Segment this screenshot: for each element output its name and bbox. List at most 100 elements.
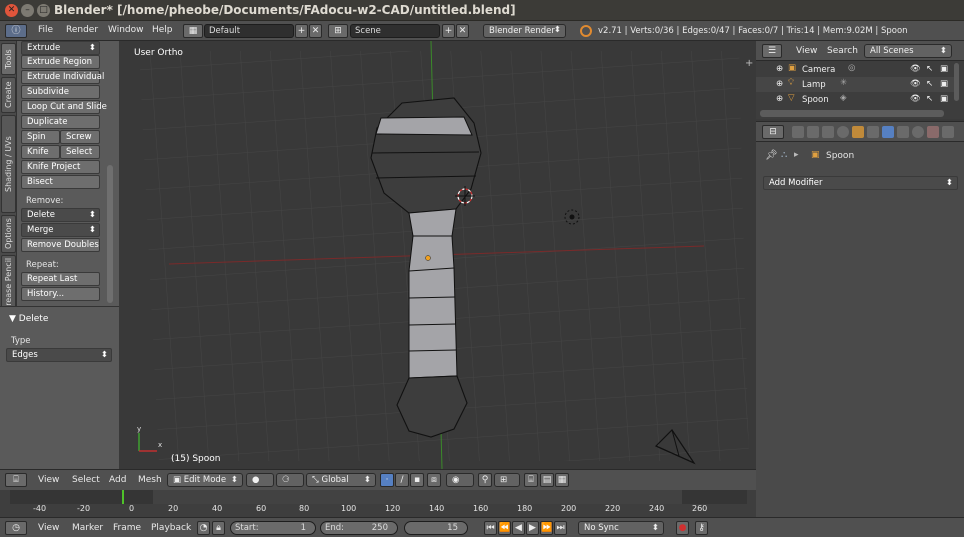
editor-type-3dview-icon[interactable]: ⌸ (5, 473, 27, 487)
prev-keyframe-icon[interactable]: ⏪ (498, 521, 511, 535)
proportional-edit-dropdown[interactable]: ◉ (446, 473, 474, 487)
start-frame-field[interactable]: Start: 1 (230, 521, 316, 535)
menu-select[interactable]: Select (72, 475, 100, 485)
knife-project-button[interactable]: Knife Project (21, 160, 100, 174)
menu-render[interactable]: Render (66, 25, 98, 35)
preview-range-icon[interactable]: ◔ (197, 521, 210, 535)
render-tab-icon[interactable] (792, 126, 804, 138)
repeat-last-button[interactable]: Repeat Last (21, 272, 100, 286)
current-frame-field[interactable]: 15 (404, 521, 468, 535)
menu-add[interactable]: Add (109, 475, 126, 485)
play-icon[interactable]: ▶ (526, 521, 539, 535)
knife-button[interactable]: Knife (21, 145, 60, 159)
world-tab-icon[interactable] (837, 126, 849, 138)
screw-button[interactable]: Screw (60, 130, 100, 144)
expand-icon[interactable]: ⊕ (776, 79, 783, 89)
pin-icon[interactable]: 📌︎ (765, 150, 778, 161)
visibility-eye-icon[interactable]: 👁︎ (910, 79, 921, 89)
editor-type-properties-icon[interactable]: ⊟ (762, 125, 784, 139)
snap-element-dropdown[interactable]: ⊞ (494, 473, 520, 487)
opengl-render-icon[interactable]: ▦ (555, 473, 569, 487)
duplicate-button[interactable]: Duplicate (21, 115, 100, 129)
menu-help[interactable]: Help (152, 25, 173, 35)
history-button[interactable]: History... (21, 287, 100, 301)
visibility-eye-icon[interactable]: 👁︎ (910, 64, 921, 74)
selectable-cursor-icon[interactable]: ↖ (926, 94, 933, 104)
subdivide-button[interactable]: Subdivide (21, 85, 100, 99)
menu-frame[interactable]: Frame (113, 523, 141, 533)
tab-create[interactable]: Create (1, 77, 16, 113)
menu-view[interactable]: View (38, 475, 59, 485)
next-keyframe-icon[interactable]: ⏩ (540, 521, 553, 535)
viewport-canvas[interactable]: y x (119, 41, 756, 469)
remove-scene-button[interactable]: ✕ (456, 24, 469, 38)
face-select-icon[interactable]: ▪ (410, 473, 424, 487)
outliner-v-scrollbar[interactable] (954, 63, 959, 101)
jump-start-icon[interactable]: ⏮ (484, 521, 497, 535)
screen-layout-icon[interactable]: ▦ (183, 24, 203, 38)
tab-options[interactable]: Options (1, 215, 16, 253)
delete-dropdown[interactable]: Delete ⬍ (21, 208, 100, 222)
expand-icon[interactable]: ⊕ (776, 64, 783, 74)
menu-view[interactable]: View (38, 523, 59, 533)
knife-select-button[interactable]: Select (60, 145, 100, 159)
menu-file[interactable]: File (38, 25, 53, 35)
menu-window[interactable]: Window (108, 25, 144, 35)
scene-icon[interactable]: ⊞ (328, 24, 348, 38)
add-layout-button[interactable]: + (295, 24, 308, 38)
menu-mesh[interactable]: Mesh (138, 475, 162, 485)
extrude-individual-button[interactable]: Extrude Individual (21, 70, 104, 84)
play-reverse-icon[interactable]: ◀ (512, 521, 525, 535)
keying-set-icon[interactable]: ⚷ (695, 521, 708, 535)
timeline[interactable]: -40 -20 0 20 40 60 80 100 120 140 160 18… (0, 490, 756, 517)
limit-selection-icon[interactable]: ⧈ (427, 473, 441, 487)
render-camera-icon[interactable]: ▣ (940, 64, 948, 74)
edge-select-icon[interactable]: / (395, 473, 409, 487)
end-frame-field[interactable]: End: 250 (320, 521, 398, 535)
pivot-point-dropdown[interactable]: ⚆ (276, 473, 304, 487)
maximize-window-button[interactable]: □ (37, 4, 50, 17)
lock-range-icon[interactable]: 🔒︎ (212, 521, 225, 535)
record-icon[interactable]: ● (676, 521, 689, 535)
expand-panel-icon[interactable]: + (745, 58, 753, 69)
selectable-cursor-icon[interactable]: ↖ (926, 79, 933, 89)
extrude-region-button[interactable]: Extrude Region (21, 55, 100, 69)
tab-tools[interactable]: Tools (1, 43, 16, 75)
editor-type-icon[interactable]: ⓘ (5, 24, 27, 38)
sync-dropdown[interactable]: No Sync ⬍ (578, 521, 664, 535)
snap-toggle-icon[interactable]: ⚲ (478, 473, 492, 487)
viewport-shading-dropdown[interactable]: ● (246, 473, 274, 487)
visibility-eye-icon[interactable]: 👁︎ (910, 94, 921, 104)
render-animation-icon[interactable]: ▤ (540, 473, 554, 487)
selectable-cursor-icon[interactable]: ↖ (926, 64, 933, 74)
particles-tab-icon[interactable] (942, 126, 954, 138)
spin-button[interactable]: Spin (21, 130, 60, 144)
remove-layout-button[interactable]: ✕ (309, 24, 322, 38)
scene-tab-icon[interactable] (822, 126, 834, 138)
orientation-dropdown[interactable]: ⤡ Global ⬍ (306, 473, 376, 487)
scene-field[interactable]: Scene (350, 24, 440, 38)
operator-panel-header[interactable]: ▼ Delete (9, 314, 48, 324)
current-frame-playhead[interactable] (121, 490, 124, 504)
editor-type-outliner-icon[interactable]: ☰ (762, 44, 782, 58)
minimize-window-button[interactable]: – (21, 4, 34, 17)
mode-dropdown[interactable]: ▣ Edit Mode ⬍ (167, 473, 243, 487)
modifiers-wrench-tab-icon[interactable] (882, 126, 894, 138)
outliner-item-lamp[interactable]: ⊕ 💡︎ Lamp ✳ 👁︎ ↖ ▣ (756, 77, 956, 92)
merge-dropdown[interactable]: Merge ⬍ (21, 223, 100, 237)
render-camera-icon[interactable]: ▣ (940, 79, 948, 89)
add-scene-button[interactable]: + (442, 24, 455, 38)
delete-type-dropdown[interactable]: Edges ⬍ (6, 348, 112, 362)
render-engine-dropdown[interactable]: Blender Render ⬍ (483, 24, 566, 38)
screen-layout-field[interactable]: Default (204, 24, 294, 38)
display-mode-dropdown[interactable]: All Scenes ⬍ (864, 44, 952, 58)
loop-cut-button[interactable]: Loop Cut and Slide (21, 100, 107, 114)
menu-view[interactable]: View (796, 46, 817, 56)
constraints-tab-icon[interactable] (867, 126, 879, 138)
3d-viewport[interactable]: y x User Ortho (15) Spoon + (119, 41, 756, 469)
menu-playback[interactable]: Playback (151, 523, 191, 533)
object-tab-icon[interactable] (852, 126, 864, 138)
vertex-select-icon[interactable]: · (380, 473, 394, 487)
bisect-button[interactable]: Bisect (21, 175, 100, 189)
expand-icon[interactable]: ⊕ (776, 94, 783, 104)
